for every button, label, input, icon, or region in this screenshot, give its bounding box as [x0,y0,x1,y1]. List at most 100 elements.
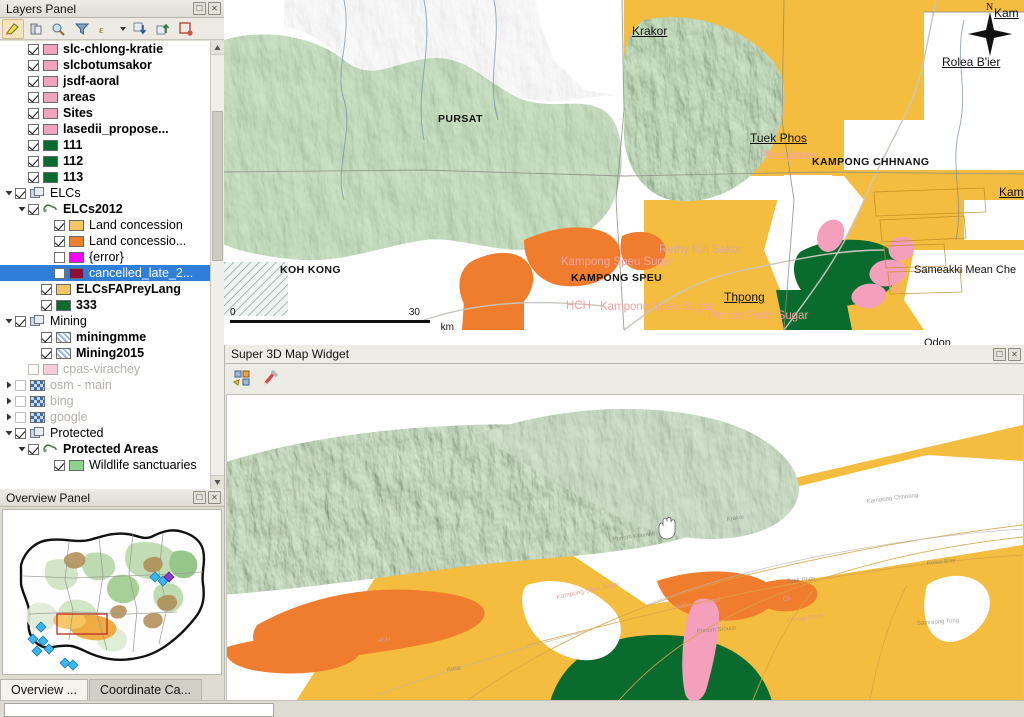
layer-tree-row[interactable]: lasedii_propose... [0,121,210,137]
layer-tree-row[interactable]: {error} [0,249,210,265]
layer-visibility-checkbox[interactable] [28,59,39,71]
filter-legend-button[interactable] [71,19,93,39]
expression-filter-button[interactable]: ε [94,19,116,39]
layer-tree-row[interactable]: slcbotumsakor [0,57,210,73]
layer-tree-row[interactable]: osm - main [0,377,210,393]
chevron-right-icon[interactable] [2,409,15,425]
status-coordinate-field[interactable] [4,703,274,717]
overview-panel-undock-icon[interactable]: ☐ [193,491,206,504]
layer-visibility-checkbox[interactable] [28,123,39,135]
configure-3d-button[interactable] [231,368,253,388]
add-group-button[interactable] [25,19,47,39]
chevron-down-icon[interactable] [2,313,15,329]
tab-coordinate-capture[interactable]: Coordinate Ca... [89,679,203,700]
layer-tree-row[interactable]: jsdf-aoral [0,73,210,89]
layer-symbol-swatch [43,107,58,119]
layer-visibility-checkbox[interactable] [28,203,39,215]
chevron-down-icon[interactable] [15,201,28,217]
layer-visibility-checkbox[interactable] [15,427,26,439]
layer-tree-row[interactable]: ELCsFAPreyLang [0,281,210,297]
layer-tree-row[interactable]: 111 [0,137,210,153]
expression-filter-dropdown-icon[interactable] [117,19,128,39]
layer-tree-row[interactable]: Mining [0,313,210,329]
layer-tree-row[interactable]: cancelled_late_2... [0,265,210,281]
layer-symbol-swatch [43,91,58,103]
layer-tree-row[interactable]: Mining2015 [0,345,210,361]
chevron-right-icon[interactable] [2,377,15,393]
layer-visibility-checkbox[interactable] [15,395,26,407]
layer-tree-row[interactable]: ELCs2012 [0,201,210,217]
layer-tree-scrollbar[interactable] [210,41,224,489]
layer-visibility-checkbox[interactable] [28,443,39,455]
layer-visibility-checkbox[interactable] [41,299,52,311]
layer-visibility-checkbox[interactable] [28,107,39,119]
layer-label: ELCsFAPreyLang [76,282,181,296]
layer-visibility-checkbox[interactable] [15,411,26,423]
layer-tree-row[interactable]: Wildlife sanctuaries [0,457,210,473]
chevron-right-icon[interactable] [2,393,15,409]
layer-tree-row[interactable]: bing [0,393,210,409]
layer-tree-row[interactable]: ELCs [0,185,210,201]
layer-visibility-checkbox[interactable] [15,315,26,327]
chevron-down-icon[interactable] [2,425,15,441]
overview-map[interactable] [2,509,222,675]
expand-all-button[interactable] [129,19,151,39]
map-canvas[interactable]: N Krakor PURSAT Tuek Phos Pheapimex KAMPONG … [224,0,1024,345]
widget3d-undock-icon[interactable]: ☐ [993,347,1006,361]
layer-visibility-checkbox[interactable] [28,75,39,87]
layer-tree-row[interactable]: Protected [0,425,210,441]
layer-visibility-checkbox[interactable] [41,331,52,343]
manage-map-themes-button[interactable] [48,19,70,39]
layer-visibility-checkbox[interactable] [15,379,26,391]
layer-visibility-checkbox[interactable] [54,235,65,247]
layer-visibility-checkbox[interactable] [54,267,65,279]
layer-tree-row[interactable]: Land concession [0,217,210,233]
layer-visibility-checkbox[interactable] [28,43,39,55]
map-3d-canvas[interactable]: Phnom Kravanh Krakor Kampong Chhnang Tue… [227,395,1023,715]
layer-visibility-checkbox[interactable] [54,251,65,263]
layer-tree-row[interactable]: areas [0,89,210,105]
chevron-down-icon[interactable] [15,441,28,457]
widget3d-titlebar: Super 3D Map Widget ☐ ✕ [225,345,1024,364]
settings-wand-button[interactable] [259,368,281,388]
overview-panel-close-icon[interactable]: ✕ [208,491,221,504]
tab-overview[interactable]: Overview ... [0,679,88,700]
layer-tree-rows[interactable]: slc-chlong-kratie slcbotumsakor jsdf-aoral… [0,41,210,489]
layer-label: bing [50,394,74,408]
layer-tree-row[interactable]: 113 [0,169,210,185]
layers-panel-undock-icon[interactable]: ☐ [193,2,206,15]
layer-tree-row[interactable]: Sites [0,105,210,121]
layer-tree-row[interactable]: google [0,409,210,425]
layer-tree[interactable]: slc-chlong-kratie slcbotumsakor jsdf-aoral… [0,41,224,489]
chevron-down-icon[interactable] [2,185,15,201]
layer-tree-row[interactable]: cpas-virachey [0,361,210,377]
layer-tree-row[interactable]: 333 [0,297,210,313]
collapse-all-button[interactable] [152,19,174,39]
remove-layer-button[interactable] [175,19,197,39]
scroll-down-icon[interactable] [211,475,224,489]
layer-visibility-checkbox[interactable] [41,347,52,359]
styling-dock-button[interactable] [2,18,24,39]
scroll-up-icon[interactable] [211,41,224,55]
layer-tree-row[interactable]: Land concessio... [0,233,210,249]
layer-visibility-checkbox[interactable] [15,187,26,199]
layer-visibility-checkbox[interactable] [28,155,39,167]
widget3d-close-icon[interactable]: ✕ [1008,347,1021,361]
layer-visibility-checkbox[interactable] [54,459,65,471]
scrollbar-thumb[interactable] [212,111,223,261]
layer-tree-row[interactable]: Protected Areas [0,441,210,457]
layer-visibility-checkbox[interactable] [41,283,52,295]
layer-visibility-checkbox[interactable] [28,171,39,183]
layers-panel-close-icon[interactable]: ✕ [208,2,221,15]
layer-visibility-checkbox[interactable] [28,91,39,103]
layer-tree-row[interactable]: 112 [0,153,210,169]
layer-visibility-checkbox[interactable] [28,363,39,375]
layer-tree-row[interactable]: slc-chlong-kratie [0,41,210,57]
layer-visibility-checkbox[interactable] [54,219,65,231]
layer-visibility-checkbox[interactable] [28,139,39,151]
layer-tree-row[interactable]: miningmme [0,329,210,345]
